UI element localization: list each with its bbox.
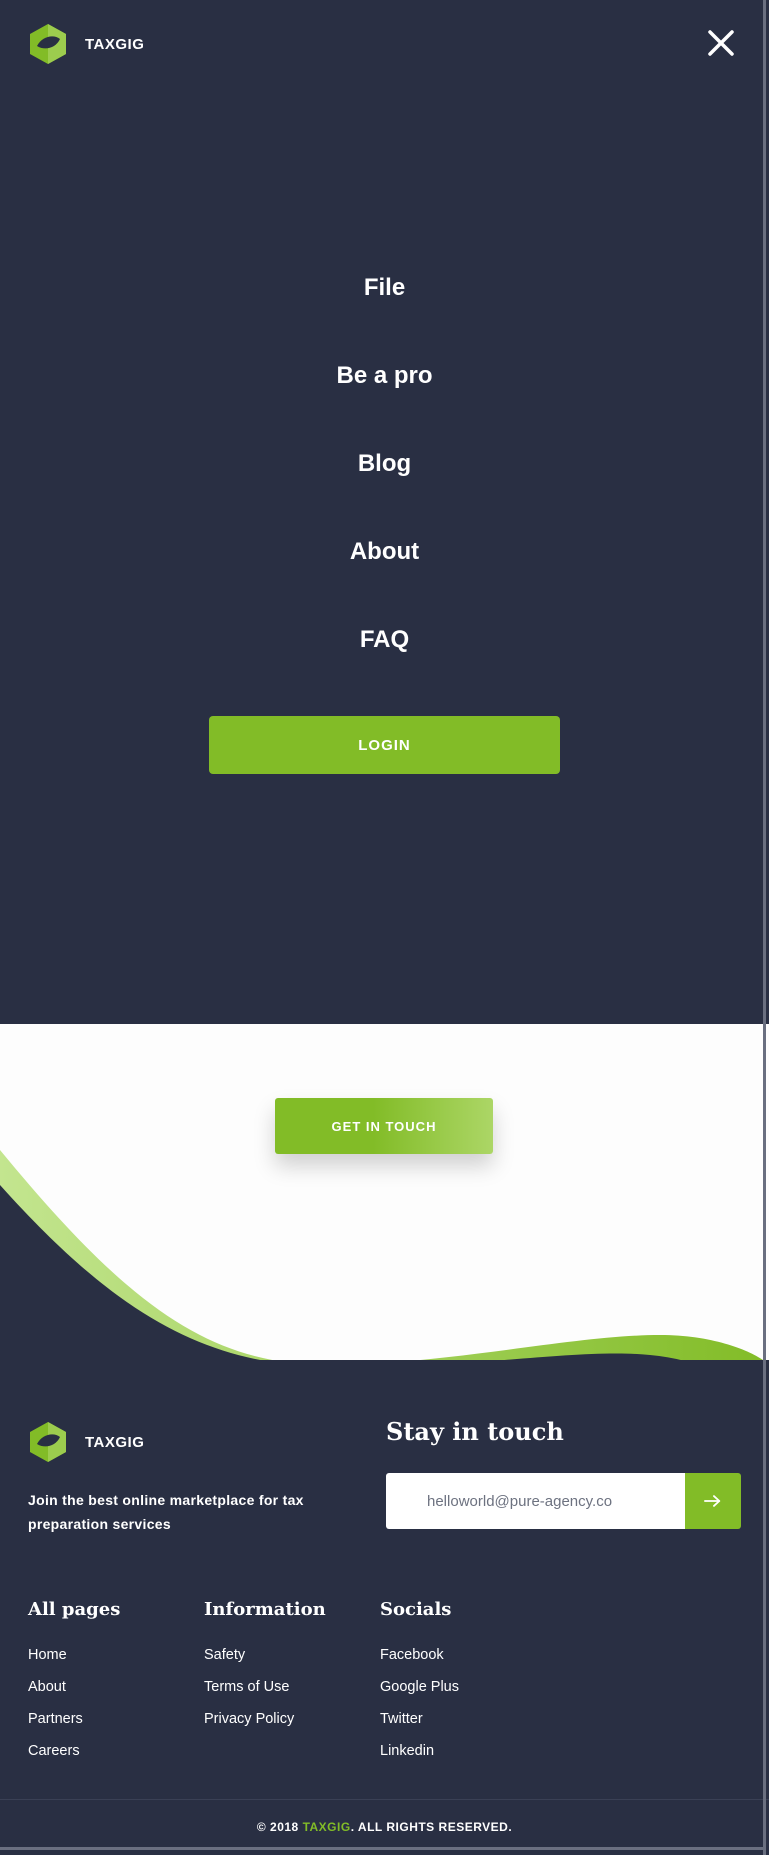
- footer-column-title: All pages: [28, 1599, 121, 1620]
- footer-link-home[interactable]: Home: [28, 1645, 120, 1677]
- arrow-right-icon: [704, 1495, 721, 1507]
- logo-leaf-icon: [30, 1422, 66, 1462]
- footer-link-partners[interactable]: Partners: [28, 1709, 120, 1741]
- footer-link-facebook[interactable]: Facebook: [380, 1645, 459, 1677]
- footer-column-socials: Socials Facebook Google Plus Twitter Lin…: [380, 1599, 459, 1773]
- footer-link-linkedin[interactable]: Linkedin: [380, 1741, 459, 1773]
- header-brand-name: TAXGIG: [85, 35, 145, 53]
- footer-column-all-pages: All pages Home About Partners Careers: [28, 1599, 120, 1773]
- copyright-prefix: © 2018: [256, 1820, 303, 1834]
- get-in-touch-button[interactable]: GET IN TOUCH: [275, 1098, 493, 1154]
- copyright-brand: TAXGIG: [302, 1820, 351, 1834]
- copyright-text: © 2018 TAXGIG. ALL RIGHTS RESERVED.: [0, 1820, 769, 1834]
- menu-item-file[interactable]: File: [0, 265, 769, 353]
- stay-in-touch-title: Stay in touch: [386, 1417, 564, 1446]
- footer-link-safety[interactable]: Safety: [204, 1645, 326, 1677]
- header-logo[interactable]: TAXGIG: [28, 23, 144, 65]
- logo-leaf-icon: [30, 24, 66, 64]
- footer-link-careers[interactable]: Careers: [28, 1741, 120, 1773]
- menu-item-blog[interactable]: Blog: [0, 441, 769, 529]
- vertical-scrollbar[interactable]: [763, 0, 766, 1855]
- main-menu: File Be a pro Blog About FAQ: [0, 265, 769, 705]
- close-menu-button[interactable]: [706, 28, 736, 58]
- footer-column-title: Information: [204, 1599, 326, 1620]
- footer-tagline: Join the best online marketplace for tax…: [28, 1492, 304, 1532]
- footer-logo[interactable]: TAXGIG: [28, 1421, 144, 1463]
- footer-divider: [0, 1799, 769, 1800]
- copyright-suffix: . ALL RIGHTS RESERVED.: [350, 1820, 513, 1834]
- footer-link-privacy-policy[interactable]: Privacy Policy: [204, 1709, 326, 1741]
- newsletter-form: [386, 1473, 741, 1529]
- menu-item-about[interactable]: About: [0, 529, 769, 617]
- footer-link-twitter[interactable]: Twitter: [380, 1709, 459, 1741]
- login-button[interactable]: LOGIN: [209, 716, 560, 774]
- close-icon: [708, 30, 734, 56]
- menu-item-be-a-pro[interactable]: Be a pro: [0, 353, 769, 441]
- footer-link-google-plus[interactable]: Google Plus: [380, 1677, 459, 1709]
- footer-link-terms-of-use[interactable]: Terms of Use: [204, 1677, 326, 1709]
- menu-item-faq[interactable]: FAQ: [0, 617, 769, 705]
- horizontal-scrollbar[interactable]: [0, 1847, 763, 1850]
- footer-brand-name: TAXGIG: [85, 1433, 145, 1451]
- footer-link-about[interactable]: About: [28, 1677, 120, 1709]
- footer-column-title: Socials: [380, 1599, 452, 1620]
- footer-column-information: Information Safety Terms of Use Privacy …: [204, 1599, 326, 1741]
- subscribe-submit-button[interactable]: [685, 1473, 741, 1529]
- email-input[interactable]: [386, 1473, 685, 1529]
